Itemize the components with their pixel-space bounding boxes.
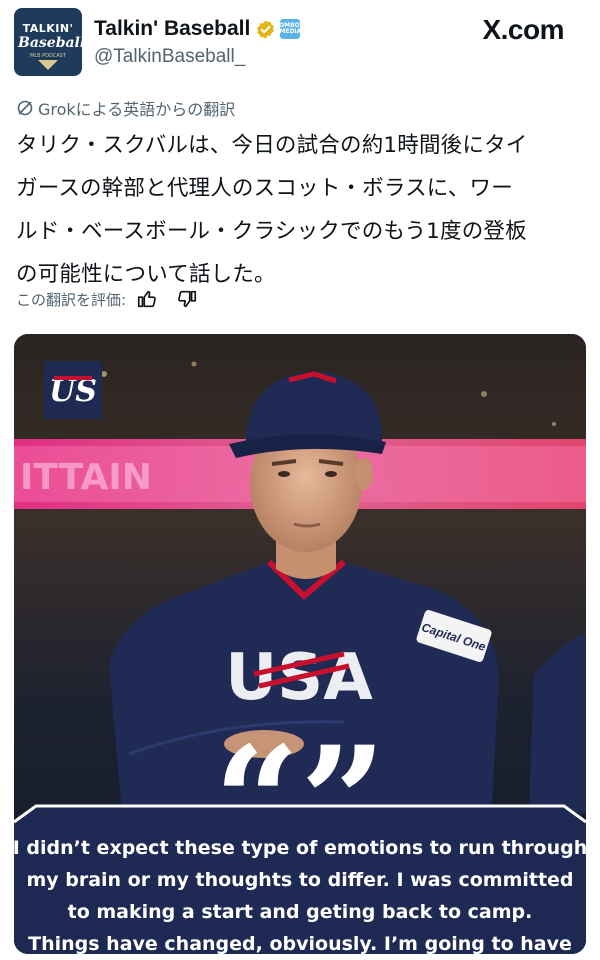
translation-label-text: Grokによる英語からの翻訳: [38, 100, 236, 119]
name-row: Talkin' Baseball JOMBOY MEDIA: [94, 14, 304, 44]
thumbs-up-icon: [137, 290, 157, 308]
quote-line: Things have changed, obviously. I’m goin…: [28, 933, 572, 955]
home-plate-icon: [38, 60, 58, 70]
avatar-text-top: TALKIN': [22, 22, 74, 35]
post-text: タリク・スクバルは、今日の試合の約1時間後にタイ ガースの幹部と代理人のスコット…: [16, 124, 588, 296]
quote-line: my brain or my thoughts to differ. I was…: [26, 869, 574, 891]
site-logo[interactable]: X.com: [482, 14, 564, 46]
post-text-line: ルド・ベースボール・クラシックでのもう1度の登板: [16, 219, 527, 244]
post-text-line: タリク・スクバルは、今日の試合の約1時間後にタイ: [16, 133, 528, 158]
thumbs-down-button[interactable]: [176, 288, 198, 310]
user-handle[interactable]: @TalkinBaseball_: [94, 46, 245, 68]
grok-icon: [17, 100, 33, 116]
rate-translation: この翻訳を評価:: [16, 288, 198, 310]
rate-label: この翻訳を評価:: [16, 290, 127, 309]
thumbs-up-button[interactable]: [136, 288, 158, 310]
post-header: TALKIN' Baseball MLB PODCAST Talkin' Bas…: [14, 8, 586, 78]
affiliate-badge[interactable]: JOMBOY MEDIA: [277, 19, 304, 39]
verified-badge-icon: [257, 19, 275, 39]
avatar-text-main: Baseball: [18, 35, 82, 51]
post-text-line: ガースの幹部と代理人のスコット・ボラスに、ワー: [16, 176, 513, 201]
avatar[interactable]: TALKIN' Baseball MLB PODCAST: [14, 8, 82, 76]
svg-text:ITTAIN: ITTAIN: [20, 457, 152, 498]
avatar-text-sub: MLB PODCAST: [29, 53, 67, 59]
thumbs-down-icon: [178, 290, 197, 308]
quote-line: to making a start and geting back to cam…: [67, 901, 533, 923]
quote-line: I didn’t expect these type of emotions t…: [12, 837, 588, 859]
media-quote: I didn’t expect these type of emotions t…: [0, 832, 600, 960]
display-name[interactable]: Talkin' Baseball: [94, 17, 250, 41]
translation-label: Grokによる英語からの翻訳: [16, 96, 235, 120]
